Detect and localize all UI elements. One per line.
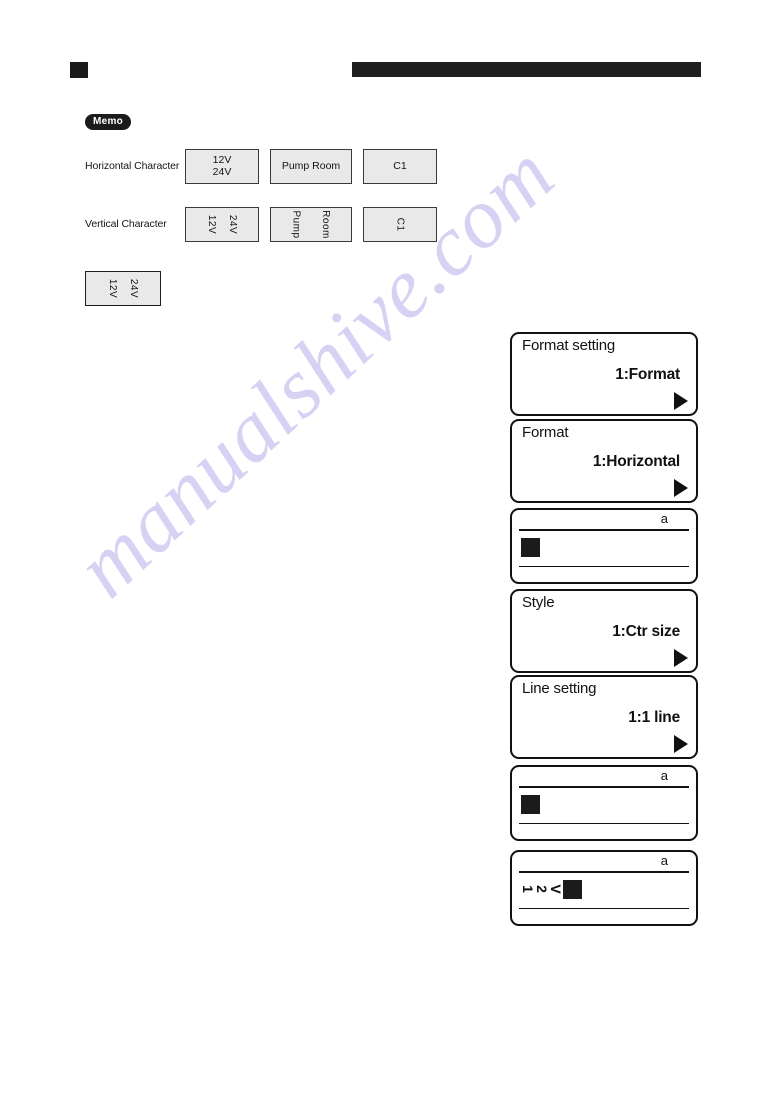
lcd-screen-line-setting[interactable]: Line setting 1:1 line — [510, 675, 698, 759]
lcd-screen-format[interactable]: Format 1:Horizontal — [510, 419, 698, 503]
right-triangle-icon[interactable] — [674, 735, 688, 753]
rotated-line: C1 — [394, 217, 406, 231]
lcd-text-field[interactable] — [521, 533, 687, 561]
lcd-screen-text-edit-empty-2[interactable]: a — [510, 765, 698, 841]
lcd-rule-bottom — [519, 907, 689, 909]
sample-text: Pump Room — [281, 160, 341, 172]
rotated-text-group: 12V 24V — [202, 214, 242, 233]
lcd-mode-indicator: a — [660, 511, 668, 526]
lcd-screen-style[interactable]: Style 1:Ctr size — [510, 589, 698, 673]
standalone-vertical-label-example: 12V 24V — [85, 271, 161, 306]
lcd-rule-top — [519, 529, 689, 531]
memo-badge: Memo — [85, 114, 132, 130]
lcd-value: 1:1 line — [628, 709, 680, 726]
lcd-value: 1:Format — [615, 366, 680, 383]
table-row: Vertical Character 12V 24V Pump Room C1 — [85, 206, 448, 242]
lcd-rule-bottom — [519, 565, 689, 567]
lcd-screen-text-edit-vertical-12v[interactable]: a 1 2 V — [510, 850, 698, 926]
sample-text: 12V 24V — [212, 154, 232, 178]
lcd-screen-text-edit-empty-1[interactable]: a — [510, 508, 698, 584]
rotated-line: 24V — [226, 214, 238, 234]
vertical-char: V — [548, 884, 564, 894]
sample-label-horizontal-c1: C1 — [363, 148, 437, 184]
lcd-title: Line setting — [522, 680, 597, 697]
lcd-screen-format-setting[interactable]: Format setting 1:Format — [510, 332, 698, 416]
lcd-text-field[interactable]: 1 2 V — [520, 875, 687, 903]
lcd-value: 1:Ctr size — [612, 623, 680, 640]
text-cursor-block — [521, 537, 540, 557]
sample-label-vertical-12v24v: 12V 24V — [185, 206, 259, 242]
lcd-rule-top — [519, 786, 689, 788]
table-row: Horizontal Character 12V 24V Pump Room C… — [85, 148, 448, 184]
sample-label-vertical-c1: C1 — [363, 206, 437, 242]
lcd-title: Style — [522, 594, 555, 611]
lcd-rule-top — [519, 871, 689, 873]
character-orientation-comparison-table: Horizontal Character 12V 24V Pump Room C… — [85, 148, 448, 264]
row-label-vertical: Vertical Character — [85, 218, 167, 230]
header-black-bar — [352, 62, 701, 77]
right-triangle-icon[interactable] — [674, 392, 688, 410]
rotated-text-group: Pump Room — [282, 210, 340, 239]
lcd-value: 1:Horizontal — [592, 453, 680, 470]
sample-label-horizontal-pump-room: Pump Room — [270, 148, 352, 184]
rotated-line: 12V — [107, 278, 119, 299]
rotated-line: Room — [320, 209, 332, 239]
vertical-char: 1 — [520, 885, 536, 893]
vertical-text-group: 1 2 V — [520, 882, 564, 896]
sample-label-horizontal-12v24v: 12V 24V — [185, 148, 259, 184]
text-cursor-block — [563, 879, 582, 899]
lcd-title: Format — [522, 424, 569, 441]
rotated-line: Pump — [290, 209, 302, 239]
lcd-mode-indicator: a — [660, 768, 668, 783]
right-triangle-icon[interactable] — [674, 479, 688, 497]
right-triangle-icon[interactable] — [674, 649, 688, 667]
lcd-text-field[interactable] — [521, 790, 687, 818]
rotated-text-group: 12V 24V — [103, 279, 143, 298]
sample-text: C1 — [393, 160, 407, 172]
rotated-line: 24V — [127, 278, 139, 299]
black-square-marker — [70, 62, 88, 78]
rotated-line: 12V — [206, 214, 218, 234]
rotated-text-group: C1 — [393, 217, 407, 231]
lcd-mode-indicator: a — [660, 853, 668, 868]
text-cursor-block — [521, 794, 540, 814]
row-label-horizontal: Horizontal Character — [85, 160, 180, 172]
vertical-char: 2 — [534, 885, 550, 893]
sample-label-vertical-pump-room: Pump Room — [270, 206, 352, 242]
lcd-title: Format setting — [522, 337, 616, 354]
lcd-rule-bottom — [519, 822, 689, 824]
